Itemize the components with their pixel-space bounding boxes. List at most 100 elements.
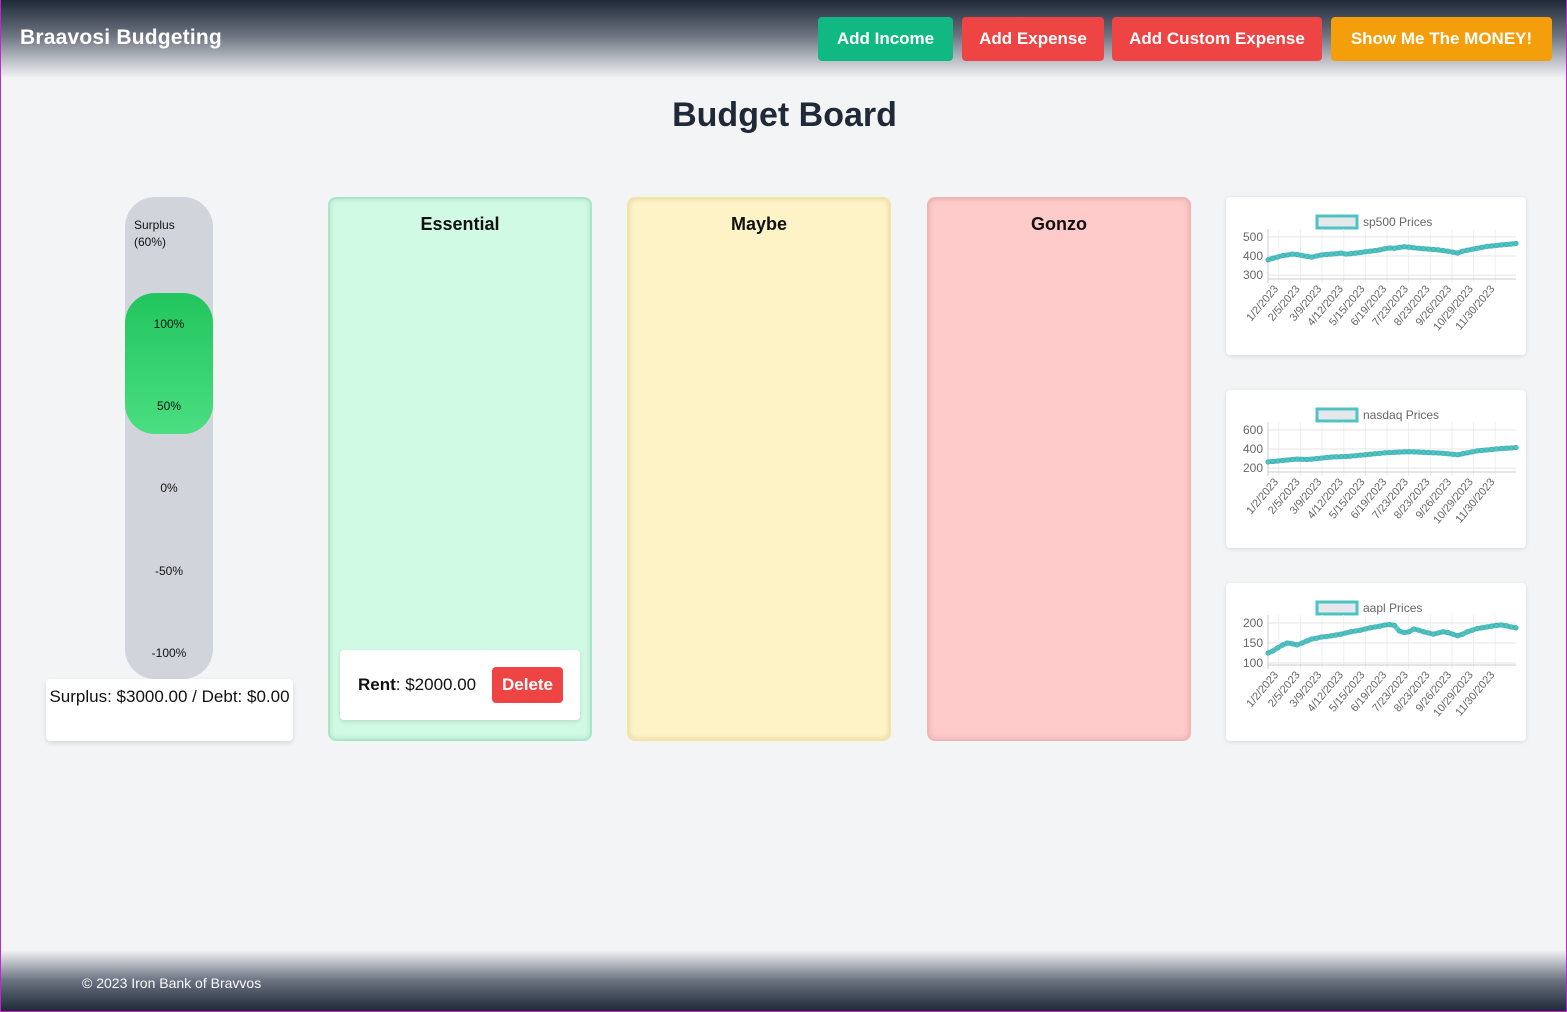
brand-title: Braavosi Budgeting [20, 26, 222, 49]
data-point [1484, 243, 1490, 249]
add-expense-button[interactable]: Add Expense [962, 17, 1104, 61]
data-point [1513, 625, 1519, 631]
data-point [1333, 632, 1339, 638]
data-point [1450, 451, 1456, 457]
data-point [1357, 627, 1363, 633]
data-point [1382, 450, 1388, 456]
data-point [1416, 245, 1422, 251]
data-point [1314, 635, 1320, 641]
essential-column[interactable]: Essential Rent: $2000.00 Delete [328, 197, 592, 741]
data-point [1348, 453, 1354, 459]
data-point [1440, 629, 1446, 635]
surplus-debt-summary: Surplus: $3000.00 / Debt: $0.00 [46, 679, 293, 741]
line-chart: sp500 Prices3004005001/2/20232/5/20233/9… [1243, 214, 1519, 333]
budget-meter: Surplus (60%) 100% 50% 0% -50% -100% [125, 197, 213, 679]
data-point [1387, 245, 1393, 251]
data-point [1338, 631, 1344, 637]
data-point [1455, 250, 1461, 256]
data-point [1464, 629, 1470, 635]
data-point [1430, 246, 1436, 252]
add-custom-expense-button[interactable]: Add Custom Expense [1112, 17, 1322, 61]
data-point [1489, 243, 1495, 249]
data-point [1338, 454, 1344, 460]
maybe-column[interactable]: Maybe [627, 197, 891, 741]
data-point [1455, 633, 1461, 639]
data-point [1421, 246, 1427, 252]
data-point [1416, 449, 1422, 455]
data-point [1382, 246, 1388, 252]
data-point [1387, 450, 1393, 456]
data-point [1348, 251, 1354, 257]
line-chart: nasdaq Prices2004006001/2/20232/5/20233/… [1243, 407, 1519, 526]
data-point [1323, 455, 1329, 461]
data-point [1469, 627, 1475, 633]
data-point [1474, 626, 1480, 632]
aapl-chart-card: aapl Prices 100 150 200 1/2/2023 2/5/2023 3/9/… [1226, 583, 1526, 741]
data-point [1450, 631, 1456, 637]
data-point [1289, 251, 1295, 257]
data-point [1294, 642, 1300, 648]
data-point [1435, 247, 1441, 253]
data-point [1445, 451, 1451, 457]
gonzo-column[interactable]: Gonzo [927, 197, 1191, 741]
data-point [1299, 640, 1305, 646]
data-point [1265, 650, 1271, 656]
data-point [1435, 450, 1441, 456]
y-tick-label: 600 [1243, 423, 1263, 437]
data-point [1391, 622, 1397, 628]
data-point [1460, 248, 1466, 254]
data-point [1406, 244, 1412, 250]
line-chart: aapl Prices1001502001/2/20232/5/20233/9/… [1243, 600, 1519, 719]
data-point [1484, 447, 1490, 453]
data-point [1314, 456, 1320, 462]
data-point [1275, 458, 1281, 464]
data-point [1343, 630, 1349, 636]
show-money-button[interactable]: Show Me The MONEY! [1331, 17, 1552, 61]
data-point [1494, 446, 1500, 452]
data-point [1508, 445, 1514, 451]
y-tick-label: 200 [1243, 461, 1263, 475]
data-point [1445, 630, 1451, 636]
data-point [1333, 251, 1339, 257]
delete-button[interactable]: Delete [492, 667, 563, 703]
add-income-button[interactable]: Add Income [818, 17, 953, 61]
data-point [1425, 246, 1431, 252]
data-point [1357, 452, 1363, 458]
data-point [1318, 634, 1324, 640]
data-point [1372, 624, 1378, 630]
y-tick-label: 200 [1243, 616, 1263, 630]
data-point [1469, 246, 1475, 252]
data-point [1503, 623, 1509, 629]
legend-swatch [1315, 214, 1359, 230]
data-point [1265, 257, 1271, 263]
meter-tick: 100% [153, 317, 185, 331]
data-point [1377, 247, 1383, 253]
data-point [1304, 253, 1310, 259]
data-point [1421, 449, 1427, 455]
data-point [1460, 631, 1466, 637]
y-tick-label: 500 [1243, 230, 1263, 244]
data-point [1498, 242, 1504, 248]
y-tick-label: 100 [1243, 656, 1263, 670]
data-point [1275, 254, 1281, 260]
data-point [1367, 451, 1373, 457]
data-point [1435, 630, 1441, 636]
y-tick-label: 300 [1243, 268, 1263, 282]
data-point [1474, 448, 1480, 454]
meter-tick: -100% [151, 646, 187, 660]
data-point [1479, 625, 1485, 631]
data-point [1289, 641, 1295, 647]
data-point [1280, 253, 1286, 259]
data-point [1284, 640, 1290, 646]
data-point [1343, 251, 1349, 257]
data-point [1318, 455, 1324, 461]
data-point [1328, 633, 1334, 639]
meter-tick: 0% [160, 481, 178, 495]
sp500-chart-card: sp500 Prices 300 400 500 1/2/2023 2/5/2023 3/9… [1226, 197, 1526, 355]
data-point [1508, 624, 1514, 630]
data-point [1469, 449, 1475, 455]
data-point [1421, 629, 1427, 635]
data-point [1396, 628, 1402, 634]
expense-card[interactable]: Rent: $2000.00 Delete [340, 650, 580, 720]
data-point [1328, 454, 1334, 460]
